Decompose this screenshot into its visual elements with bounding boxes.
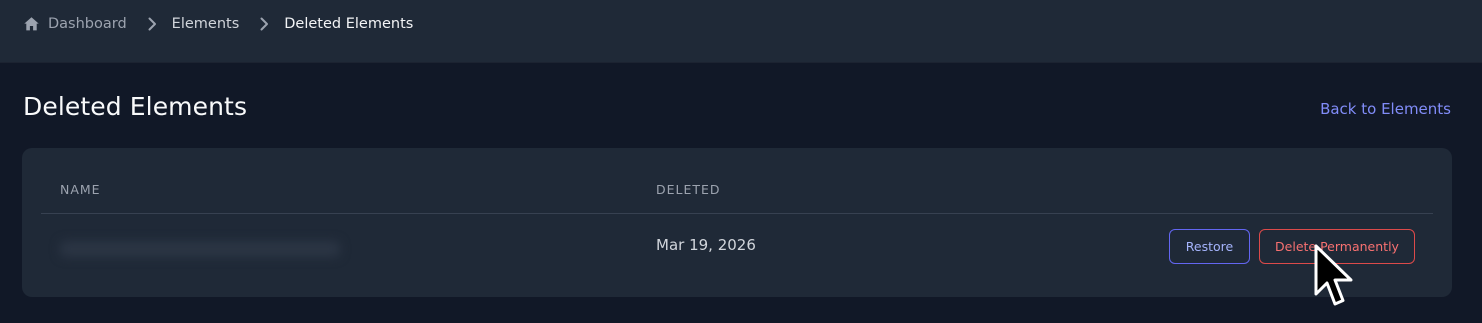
delete-permanently-button[interactable]: Delete Permanently [1259,229,1415,264]
table-row: Mar 19, 2026 Restore Delete Permanently [22,214,1452,297]
top-bar: Dashboard Elements Deleted Elements [0,0,1482,63]
home-icon [24,17,39,31]
breadcrumb-current: Deleted Elements [284,16,414,32]
column-header-deleted: DELETED [656,182,721,197]
element-name-redacted [60,241,340,257]
back-to-elements-link[interactable]: Back to Elements [1320,100,1451,118]
deleted-elements-table: NAME DELETED Mar 19, 2026 Restore Delete… [22,148,1452,297]
breadcrumb: Dashboard Elements Deleted Elements [23,13,413,35]
breadcrumb-elements-link[interactable]: Elements [172,16,240,32]
deleted-date: Mar 19, 2026 [656,236,756,254]
breadcrumb-dashboard-link[interactable]: Dashboard [48,16,127,32]
column-header-name: NAME [60,182,101,197]
restore-button[interactable]: Restore [1169,229,1250,264]
chevron-right-icon [148,17,156,31]
page-title: Deleted Elements [23,92,248,121]
chevron-right-icon [260,17,269,31]
